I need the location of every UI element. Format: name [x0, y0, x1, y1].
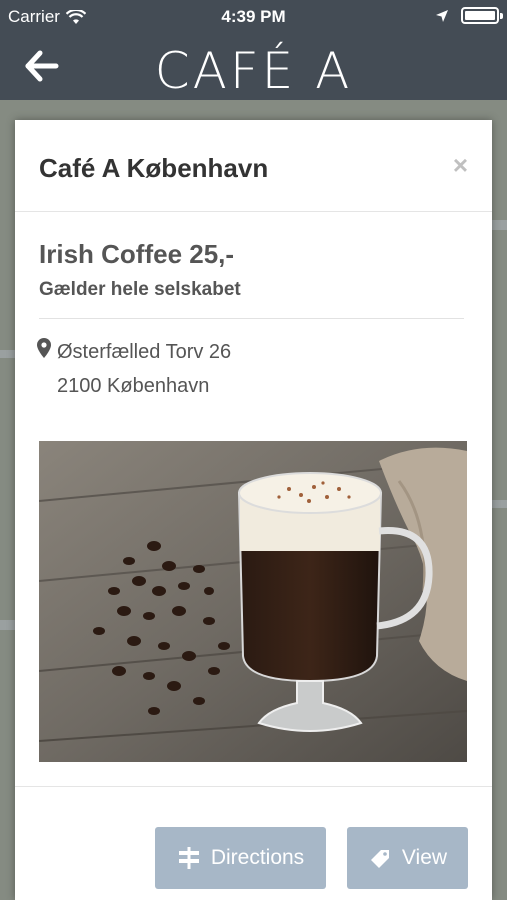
view-button[interactable]: View	[347, 827, 468, 889]
address-street: Østerfælled Torv 26	[57, 341, 232, 363]
modal-header: Café A København ×	[15, 120, 492, 212]
signpost-icon	[178, 847, 199, 869]
modal-title: Café A København	[39, 153, 269, 183]
nav-bar: CAFÉ A	[0, 34, 507, 100]
offer-modal: Café A København × Irish Coffee 25,- Gæl…	[15, 120, 492, 900]
irish-coffee-photo	[39, 441, 467, 762]
close-button[interactable]: ×	[453, 152, 468, 178]
map-pin-icon	[37, 338, 51, 358]
battery-icon	[461, 7, 503, 24]
directions-label: Directions	[210, 846, 305, 869]
offer-subtitle: Gælder hele selskabet	[39, 279, 241, 300]
tag-icon	[370, 850, 389, 868]
brand-logo: CAFÉ A	[154, 42, 353, 100]
address-city: 2100 København	[57, 375, 210, 397]
offer-title: Irish Coffee 25,-	[39, 239, 235, 269]
status-bar: Carrier 4:39 PM	[0, 0, 507, 34]
view-label: View	[401, 846, 448, 869]
location-arrow-icon	[436, 9, 448, 22]
directions-button[interactable]: Directions	[155, 827, 326, 889]
status-right	[435, 7, 503, 24]
status-time: 4:39 PM	[221, 7, 286, 26]
divider	[39, 318, 464, 319]
footer-divider	[15, 786, 492, 787]
